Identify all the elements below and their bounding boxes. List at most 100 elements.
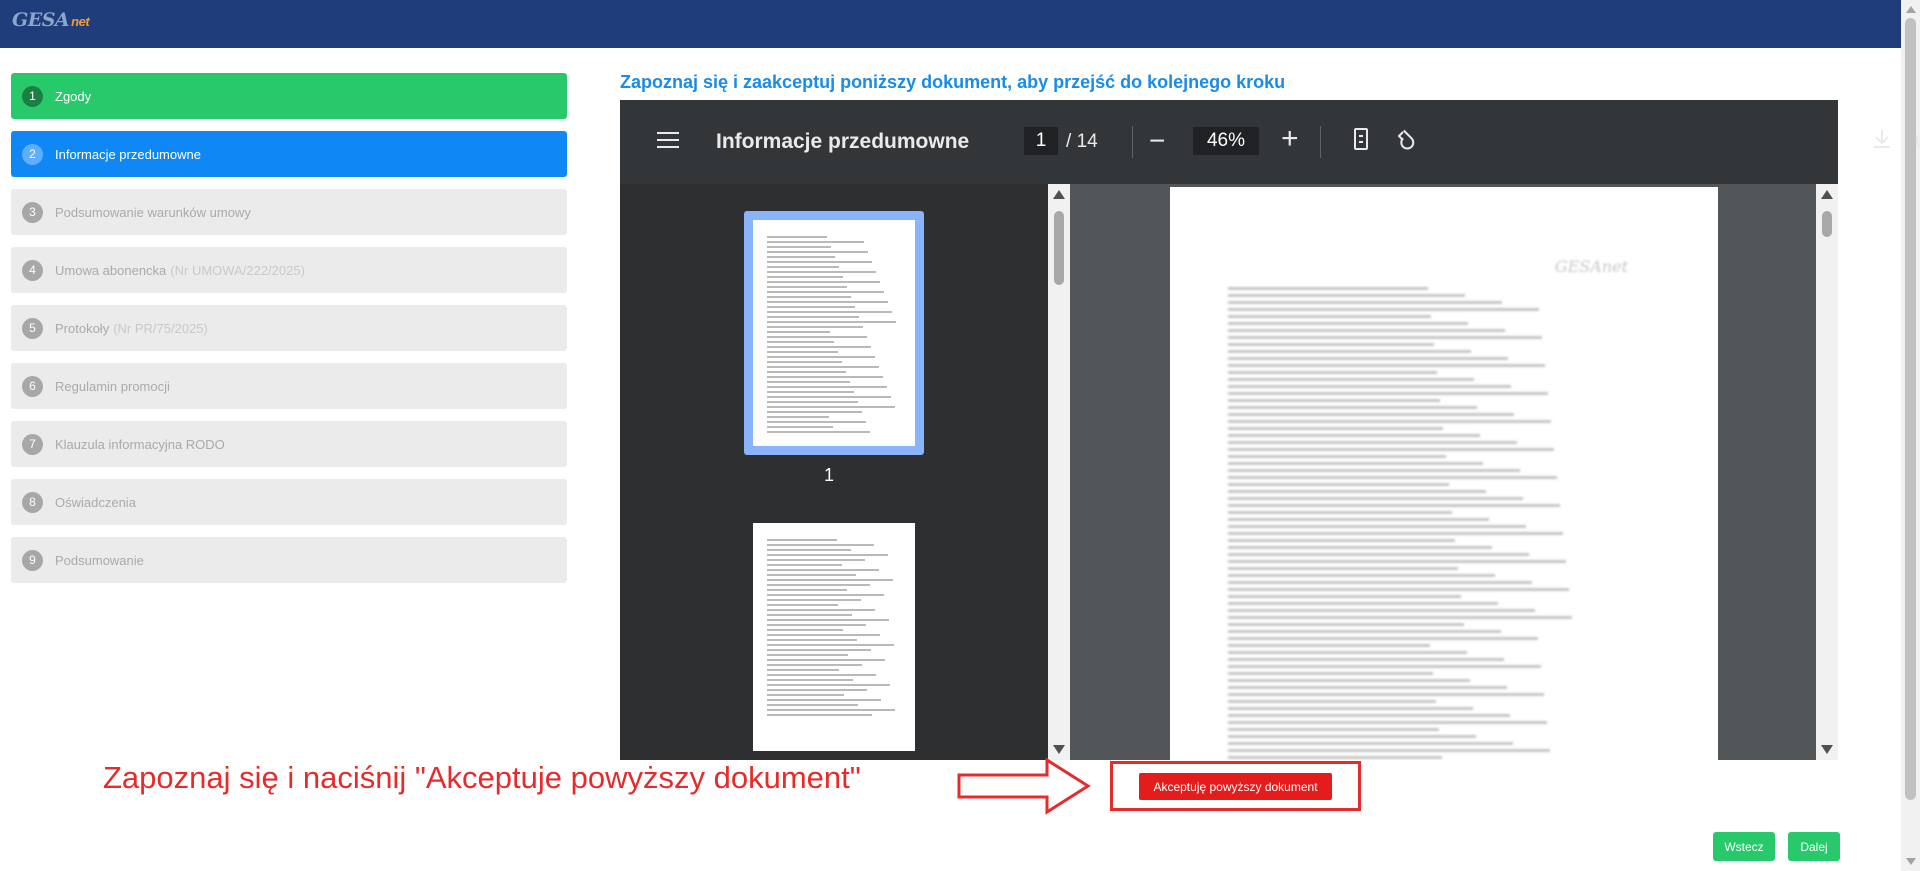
text-line: [1228, 378, 1474, 381]
fit-page-icon[interactable]: [1354, 128, 1368, 150]
text-line: [1228, 616, 1572, 619]
logo-text: GESA: [12, 9, 70, 31]
zoom-input[interactable]: 46%: [1193, 127, 1259, 155]
text-line: [1228, 406, 1477, 409]
text-line: [767, 699, 881, 701]
step-item[interactable]: 2 Informacje przedumowne: [11, 131, 567, 177]
step-item[interactable]: 5 Protokoły (Nr PR/75/2025): [11, 305, 567, 351]
text-line: [767, 574, 856, 576]
text-line: [767, 401, 858, 403]
page-number-input[interactable]: 1: [1024, 127, 1058, 155]
text-line: [767, 704, 858, 706]
scroll-up-icon[interactable]: [1906, 6, 1916, 13]
toolbar-divider: [1320, 126, 1321, 158]
rotate-icon[interactable]: [1396, 127, 1420, 151]
text-line: [767, 246, 831, 248]
document-scroll-thumb[interactable]: [1822, 211, 1832, 237]
text-line: [1228, 462, 1483, 465]
scroll-down-icon[interactable]: [1053, 745, 1065, 754]
text-line: [767, 431, 870, 433]
top-bar: GESA net: [0, 0, 1901, 48]
text-line: [1228, 644, 1430, 647]
text-line: [1228, 469, 1520, 472]
thumbnail-scroll-thumb[interactable]: [1054, 211, 1064, 285]
text-line: [767, 579, 893, 581]
next-button[interactable]: Dalej: [1788, 832, 1840, 861]
text-line: [1228, 609, 1535, 612]
step-item[interactable]: 6 Regulamin promocji: [11, 363, 567, 409]
text-line: [767, 266, 839, 268]
text-line: [1228, 448, 1554, 451]
text-line: [1228, 504, 1560, 507]
text-line: [1228, 301, 1502, 304]
text-line: [767, 569, 879, 571]
back-button[interactable]: Wstecz: [1713, 832, 1775, 861]
text-line: [767, 599, 861, 601]
step-item[interactable]: 4 Umowa abonencka (Nr UMOWA/222/2025): [11, 247, 567, 293]
step-number: 6: [22, 375, 43, 397]
text-line: [1228, 602, 1498, 605]
text-line: [767, 594, 884, 596]
thumbnail-page-2[interactable]: [753, 523, 915, 751]
accept-document-button[interactable]: Akceptuję powyższy dokument: [1139, 773, 1332, 800]
total-pages: 14: [1076, 131, 1098, 152]
text-line: [767, 564, 842, 566]
thumbnail-page-image: [753, 220, 915, 446]
text-line: [767, 361, 842, 363]
gesanet-logo[interactable]: GESA net: [12, 9, 90, 31]
text-line: [767, 416, 829, 418]
thumbnail-page-1[interactable]: [744, 211, 924, 455]
step-item[interactable]: 7 Klauzula informacyjna RODO: [11, 421, 567, 467]
text-line: [767, 649, 871, 651]
text-line: [767, 554, 888, 556]
step-number: 1: [22, 85, 43, 107]
document-area[interactable]: GESAnet: [1070, 184, 1816, 760]
text-line: [1228, 707, 1473, 710]
text-line: [1228, 574, 1495, 577]
scroll-up-icon[interactable]: [1821, 190, 1833, 199]
step-number: 3: [22, 201, 43, 223]
text-line: [1228, 511, 1452, 514]
text-line: [767, 694, 844, 696]
step-number: 5: [22, 317, 43, 339]
text-line: [767, 609, 875, 611]
print-icon[interactable]: [1916, 130, 1920, 157]
text-line: [767, 421, 866, 423]
text-line: [1228, 588, 1569, 591]
text-line: [767, 256, 835, 258]
text-line: [767, 316, 859, 318]
text-line: [767, 306, 855, 308]
scroll-up-icon[interactable]: [1053, 190, 1065, 199]
instruction-annotation: Zapoznaj się i naciśnij "Akceptuje powyż…: [103, 760, 861, 795]
text-line: [1228, 567, 1458, 570]
text-line: [1228, 749, 1550, 752]
text-line: [1228, 490, 1486, 493]
text-line: [1228, 315, 1431, 318]
scroll-down-icon[interactable]: [1821, 745, 1833, 754]
text-line: [767, 326, 863, 328]
zoom-out-button[interactable]: −: [1149, 125, 1165, 157]
page-scroll-thumb[interactable]: [1905, 18, 1916, 800]
step-item[interactable]: 9 Podsumowanie: [11, 537, 567, 583]
document-scrollbar[interactable]: [1816, 184, 1838, 760]
scroll-down-icon[interactable]: [1906, 858, 1916, 865]
text-line: [767, 366, 879, 368]
step-label: Umowa abonencka: [55, 262, 167, 278]
text-line: [767, 589, 847, 591]
text-line: [1228, 546, 1492, 549]
document-page: GESAnet: [1170, 187, 1718, 760]
thumbnail-scrollbar[interactable]: [1048, 184, 1070, 760]
text-line: [767, 291, 884, 293]
text-line: [767, 559, 865, 561]
download-icon[interactable]: [1872, 128, 1892, 155]
text-line: [1228, 308, 1539, 311]
text-line: [767, 614, 852, 616]
text-line: [767, 714, 872, 716]
step-item[interactable]: 3 Podsumowanie warunków umowy: [11, 189, 567, 235]
step-item[interactable]: 1 Zgody: [11, 73, 567, 119]
menu-icon[interactable]: [657, 132, 679, 150]
text-line: [1228, 357, 1508, 360]
text-line: [767, 241, 864, 243]
zoom-in-button[interactable]: +: [1281, 122, 1299, 156]
step-item[interactable]: 8 Oświadczenia: [11, 479, 567, 525]
